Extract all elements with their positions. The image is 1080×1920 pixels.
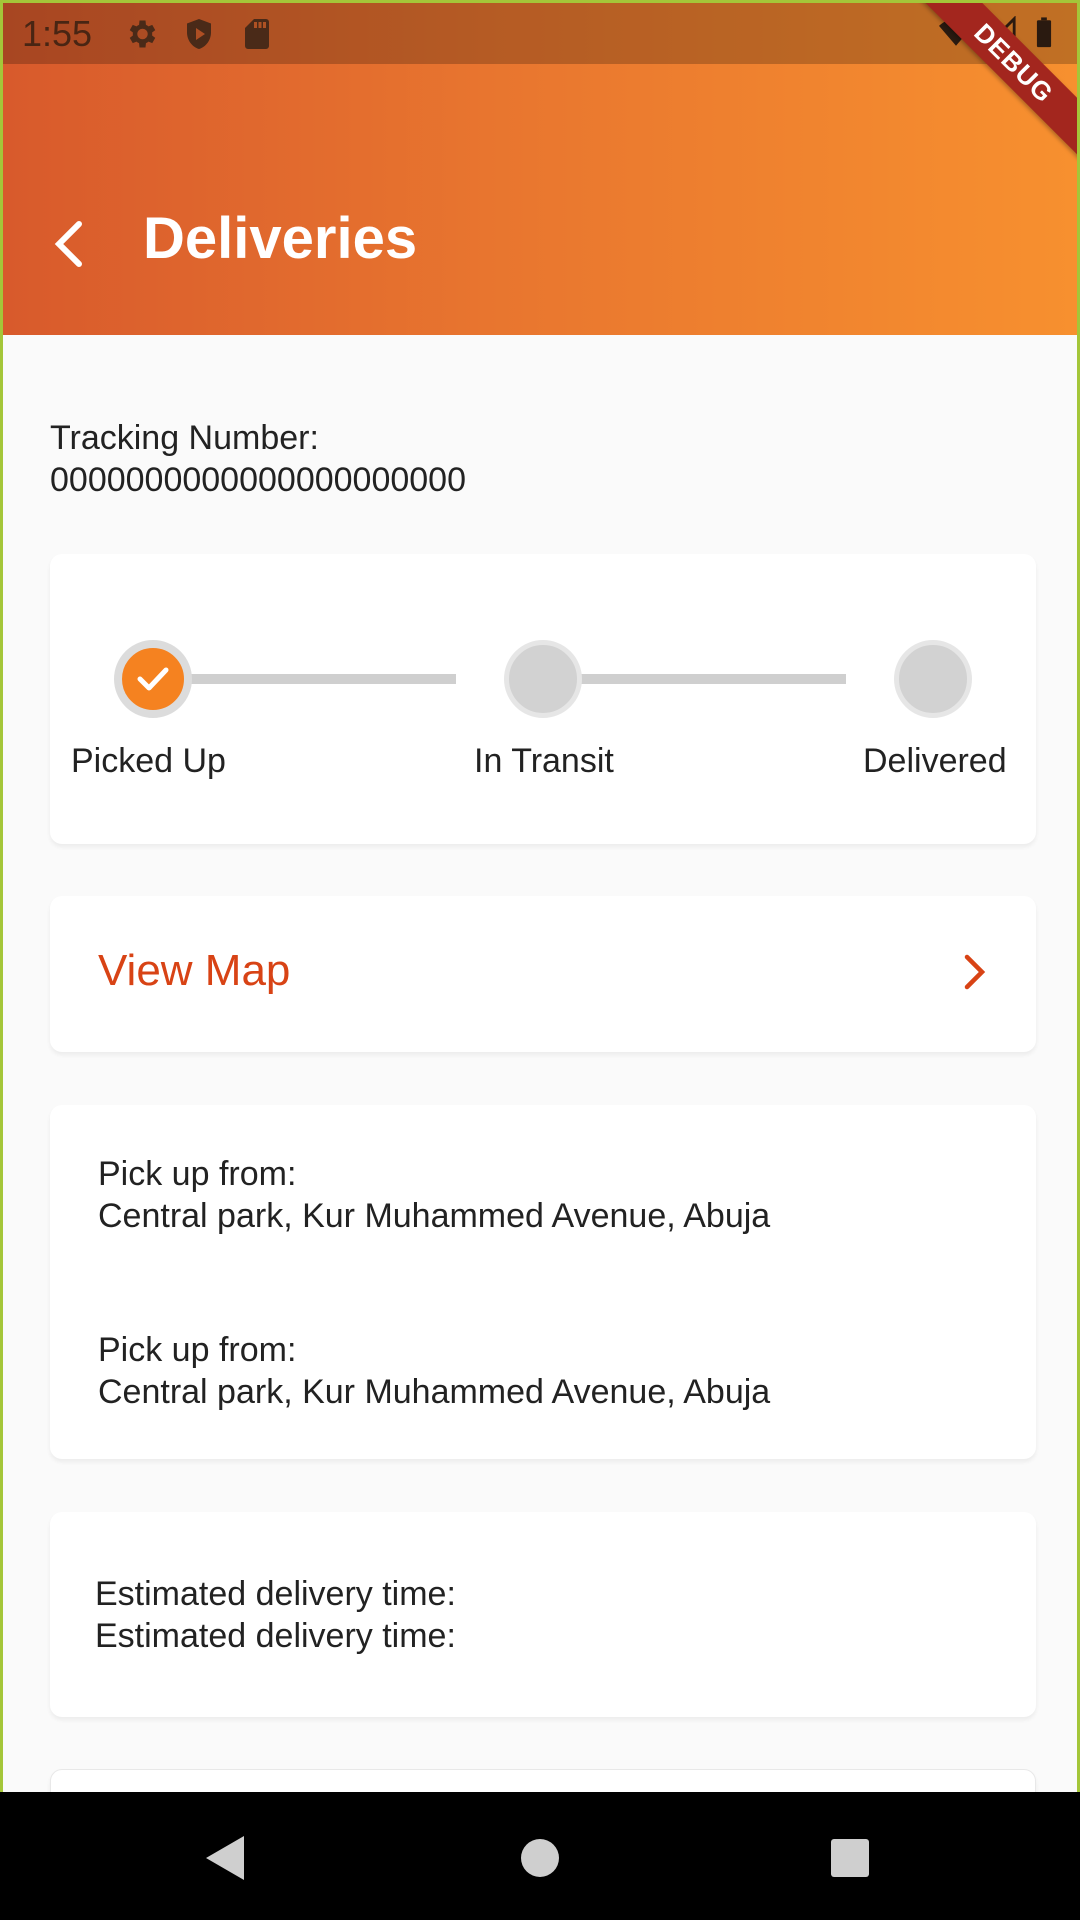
step-label: Picked Up [71,742,226,780]
step-label: In Transit [474,742,614,780]
nav-back-button[interactable] [195,1828,255,1888]
tracking-section: Tracking Number: 0000000000000000000000 [50,417,466,501]
status-bar: 1:55 [3,3,1077,64]
step-picked-up-indicator [114,640,192,718]
status-icons-left [123,16,275,52]
view-map-label: View Map [98,946,291,995]
step-in-transit-indicator [504,640,582,718]
address-value: Central park, Kur Muhammed Avenue, Abuja [98,1197,771,1235]
address-item: Pick up from: Central park, Kur Muhammed… [98,1329,770,1413]
chevron-right-icon [964,954,986,990]
next-card [50,1769,1036,1792]
status-time: 1:55 [22,13,93,54]
tracking-number: 0000000000000000000000 [50,461,467,499]
eta-line: Estimated delivery time: [95,1617,456,1655]
chevron-left-icon [54,221,82,267]
address-label: Pick up from: [98,1331,297,1369]
home-circle-icon [521,1839,559,1877]
sd-card-icon [245,19,269,49]
back-button[interactable] [43,209,93,279]
eta-line: Estimated delivery time: [95,1575,456,1613]
app-frame: 1:55 DEBUG Deliveries Tracking Number: 0… [0,0,1080,1792]
tracking-label: Tracking Number: [50,419,319,457]
delivery-progress-card: Picked Up In Transit Delivered [50,554,1036,844]
app-bar: 1:55 DEBUG Deliveries [3,3,1077,335]
eta-card: Estimated delivery time: Estimated deliv… [50,1512,1036,1717]
address-value: Central park, Kur Muhammed Avenue, Abuja [98,1373,771,1411]
step-connector [580,674,846,684]
shield-icon [187,19,211,49]
nav-recents-button[interactable] [820,1828,880,1888]
address-label: Pick up from: [98,1155,297,1193]
address-item: Pick up from: Central park, Kur Muhammed… [98,1153,770,1237]
nav-home-button[interactable] [510,1828,570,1888]
page-title: Deliveries [143,206,418,271]
step-connector [190,674,456,684]
addresses-card: Pick up from: Central park, Kur Muhammed… [50,1105,1036,1459]
battery-icon [1036,17,1052,48]
back-triangle-icon [206,1836,244,1880]
check-icon [137,667,169,691]
view-map-button[interactable]: View Map [50,896,1036,1052]
step-label: Delivered [863,742,1007,780]
gear-icon [129,20,156,48]
eta-text: Estimated delivery time: Estimated deliv… [95,1573,456,1657]
step-delivered-indicator [894,640,972,718]
system-nav-bar [0,1792,1080,1920]
recents-square-icon [831,1839,869,1877]
